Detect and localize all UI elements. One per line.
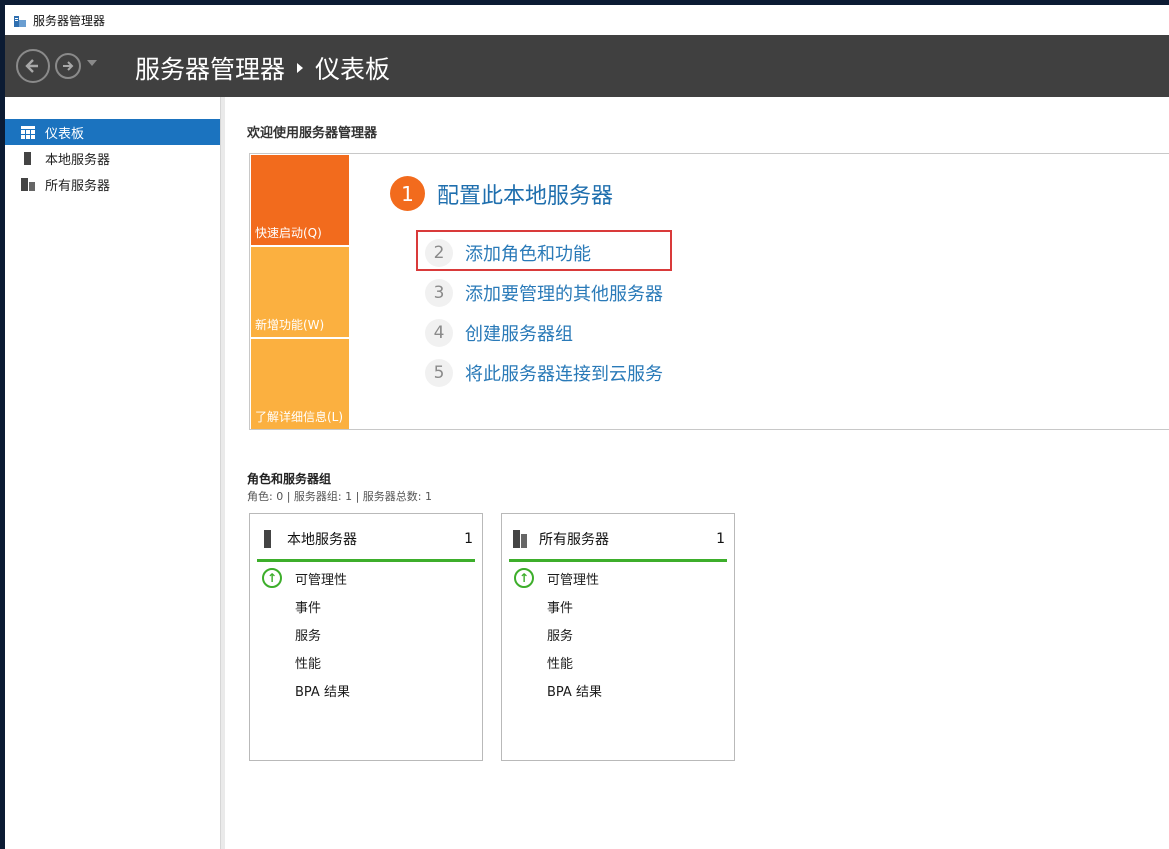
breadcrumb-separator-icon [297,63,303,73]
back-arrow-icon[interactable] [16,49,50,83]
step-number: 3 [425,279,453,307]
card-header[interactable]: 所有服务器 1 [509,524,727,554]
card-title: 所有服务器 [539,529,716,549]
title-bar: 服务器管理器 [5,5,1169,35]
card-count: 1 [716,531,725,547]
step-add-other-servers[interactable]: 3 添加要管理的其他服务器 [425,278,663,308]
card-row-bpa-results[interactable]: BPA 结果 [547,680,602,700]
step-create-server-group[interactable]: 4 创建服务器组 [425,318,573,348]
sidebar-item-local-server[interactable]: 本地服务器 [5,145,220,171]
up-arrow-status-icon: ↑ [262,568,282,588]
step-label: 将此服务器连接到云服务 [465,360,663,386]
step-label: 创建服务器组 [465,320,573,346]
sidebar-item-dashboard[interactable]: 仪表板 [5,119,220,145]
tile-whats-new[interactable]: 新增功能(W) [251,247,349,337]
step-label: 添加要管理的其他服务器 [465,280,663,306]
card-row-manageability[interactable]: 可管理性 [547,568,599,588]
servers-icon [21,178,35,191]
breadcrumb-root[interactable]: 服务器管理器 [135,50,285,86]
card-title: 本地服务器 [287,529,464,549]
server-manager-window: 服务器管理器 服务器管理器 仪表板 [5,5,1169,849]
card-header[interactable]: 本地服务器 1 [257,524,475,554]
card-row-bpa-results[interactable]: BPA 结果 [295,680,350,700]
sidebar-item-label: 所有服务器 [45,175,110,194]
breadcrumb-current: 仪表板 [315,50,390,86]
sidebar-item-all-servers[interactable]: 所有服务器 [5,171,220,197]
up-arrow-status-icon: ↑ [514,568,534,588]
card-status-bar [509,559,727,562]
step-number: 1 [390,176,425,211]
server-manager-app-icon [13,13,27,27]
chevron-down-icon[interactable] [87,60,97,66]
step-number: 2 [425,239,453,267]
roles-heading: 角色和服务器组 [247,470,331,487]
server-icon [261,530,275,548]
step-connect-cloud[interactable]: 5 将此服务器连接到云服务 [425,358,663,388]
server-icon [21,152,35,165]
card-row-services[interactable]: 服务 [295,624,321,644]
card-all-servers[interactable]: 所有服务器 1 ↑ 可管理性 事件 服务 性能 BPA 结果 [501,513,735,761]
servers-icon [513,530,527,548]
sidebar-item-label: 本地服务器 [45,149,110,168]
step-label: 添加角色和功能 [465,240,591,266]
tile-label: 快速启动(Q) [255,224,322,241]
dashboard-content: 欢迎使用服务器管理器 快速启动(Q) 新增功能(W) 了解详细信息(L) 1 配… [225,97,1169,849]
step-number: 5 [425,359,453,387]
roles-summary: 角色: 0 | 服务器组: 1 | 服务器总数: 1 [247,488,432,504]
card-row-performance[interactable]: 性能 [295,652,321,672]
card-row-services[interactable]: 服务 [547,624,573,644]
dashboard-icon [21,126,35,139]
card-row-events[interactable]: 事件 [295,596,321,616]
card-row-manageability[interactable]: 可管理性 [295,568,347,588]
tile-label: 新增功能(W) [255,316,324,333]
card-count: 1 [464,531,473,547]
card-row-performance[interactable]: 性能 [547,652,573,672]
step-configure-local-server[interactable]: 1 配置此本地服务器 [390,176,613,211]
sidebar-item-label: 仪表板 [45,123,84,142]
step-add-roles-features[interactable]: 2 添加角色和功能 [425,238,591,268]
tile-quick-start[interactable]: 快速启动(Q) [251,155,349,245]
card-status-bar [257,559,475,562]
step-number: 4 [425,319,453,347]
welcome-panel: 快速启动(Q) 新增功能(W) 了解详细信息(L) 1 配置此本地服务器 2 添… [249,153,1169,430]
card-row-events[interactable]: 事件 [547,596,573,616]
sidebar: 仪表板 本地服务器 所有服务器 [5,97,221,849]
header-bar: 服务器管理器 仪表板 [5,35,1169,97]
card-local-server[interactable]: 本地服务器 1 ↑ 可管理性 事件 服务 性能 BPA 结果 [249,513,483,761]
window-title: 服务器管理器 [33,12,105,29]
breadcrumb: 服务器管理器 仪表板 [135,50,390,86]
tile-label: 了解详细信息(L) [255,408,343,425]
tile-learn-more[interactable]: 了解详细信息(L) [251,339,349,429]
step-label: 配置此本地服务器 [437,178,613,210]
welcome-heading: 欢迎使用服务器管理器 [247,122,377,141]
forward-arrow-icon[interactable] [55,53,81,79]
